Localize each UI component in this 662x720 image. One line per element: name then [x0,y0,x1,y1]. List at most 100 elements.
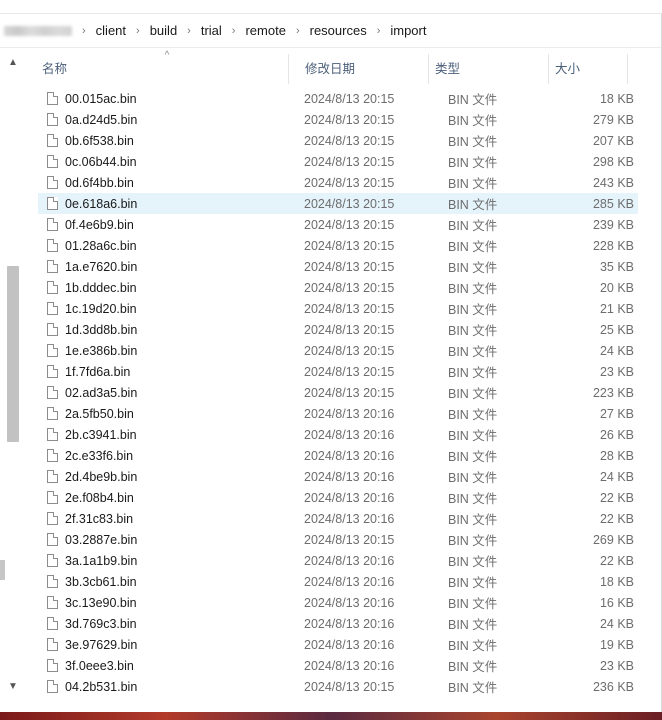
table-row[interactable]: 0d.6f4bb.bin 2024/8/13 20:15 BIN 文件 243 KB [38,172,638,193]
column-header-size[interactable]: 大小 [548,54,628,84]
table-row[interactable]: 00.015ac.bin 2024/8/13 20:15 BIN 文件 18 KB [38,88,638,109]
breadcrumb-trial[interactable]: trial [201,21,222,40]
file-icon [47,449,58,462]
breadcrumb-client[interactable]: client [96,21,126,40]
column-header-type-label: 类型 [435,62,461,76]
file-modified-date: 2024/8/13 20:15 [304,112,395,127]
file-icon [47,617,58,630]
scrollbar-thumb[interactable] [7,266,19,442]
breadcrumb-separator-icon[interactable]: › [136,25,140,37]
file-modified-date: 2024/8/13 20:16 [304,616,395,631]
file-size: 35 KB [599,259,634,274]
breadcrumb-separator-icon[interactable]: › [187,25,191,37]
table-row[interactable]: 3e.97629.bin 2024/8/13 20:16 BIN 文件 19 KB [38,634,638,655]
file-size: 243 KB [592,175,634,190]
table-row[interactable]: 1a.e7620.bin 2024/8/13 20:15 BIN 文件 35 KB [38,256,638,277]
table-row[interactable]: 3f.0eee3.bin 2024/8/13 20:16 BIN 文件 23 KB [38,655,638,676]
file-name: 3c.13e90.bin [65,595,137,610]
file-size: 18 KB [599,574,634,589]
table-row[interactable]: 0c.06b44.bin 2024/8/13 20:15 BIN 文件 298 KB [38,151,638,172]
table-row[interactable]: 0f.4e6b9.bin 2024/8/13 20:15 BIN 文件 239 KB [38,214,638,235]
breadcrumb-import[interactable]: import [390,21,426,40]
column-header-name[interactable]: 名称 ^ [28,51,288,84]
file-type: BIN 文件 [448,177,498,191]
table-row[interactable]: 1d.3dd8b.bin 2024/8/13 20:15 BIN 文件 25 KB [38,319,638,340]
table-row[interactable]: 3a.1a1b9.bin 2024/8/13 20:16 BIN 文件 22 KB [38,550,638,571]
file-modified-date: 2024/8/13 20:15 [304,238,395,253]
file-size: 207 KB [592,133,634,148]
column-header-date-label: 修改日期 [305,62,356,76]
file-modified-date: 2024/8/13 20:15 [304,301,395,316]
file-size: 228 KB [592,238,634,253]
table-row[interactable]: 02.ad3a5.bin 2024/8/13 20:15 BIN 文件 223 KB [38,382,638,403]
file-name: 3b.3cb61.bin [65,574,137,589]
table-row[interactable]: 2a.5fb50.bin 2024/8/13 20:16 BIN 文件 27 KB [38,403,638,424]
vertical-scrollbar[interactable]: ▲ ▼ [6,56,20,694]
file-name: 3a.1a1b9.bin [65,553,138,568]
file-modified-date: 2024/8/13 20:16 [304,406,395,421]
file-modified-date: 2024/8/13 20:16 [304,574,395,589]
column-header-name-label: 名称 [42,62,68,76]
breadcrumb-separator-icon[interactable]: › [296,25,300,37]
table-row[interactable]: 0e.618a6.bin 2024/8/13 20:15 BIN 文件 285 KB [38,193,638,214]
table-row[interactable]: 1b.dddec.bin 2024/8/13 20:15 BIN 文件 20 KB [38,277,638,298]
chevron-down-icon[interactable]: ▼ [6,680,20,694]
table-row[interactable]: 04.2b531.bin 2024/8/13 20:15 BIN 文件 236 KB [38,676,638,697]
table-row[interactable]: 2f.31c83.bin 2024/8/13 20:16 BIN 文件 22 KB [38,508,638,529]
file-modified-date: 2024/8/13 20:15 [304,259,395,274]
file-name: 3f.0eee3.bin [65,658,134,673]
file-name: 3d.769c3.bin [65,616,137,631]
file-name: 3e.97629.bin [65,637,138,652]
file-name: 1d.3dd8b.bin [65,322,138,337]
file-name: 0d.6f4bb.bin [65,175,134,190]
nav-pane-edge [0,560,5,580]
file-name: 2a.5fb50.bin [65,406,134,421]
file-icon [47,365,58,378]
table-row[interactable]: 2c.e33f6.bin 2024/8/13 20:16 BIN 文件 28 KB [38,445,638,466]
file-name: 02.ad3a5.bin [65,385,138,400]
table-row[interactable]: 2e.f08b4.bin 2024/8/13 20:16 BIN 文件 22 KB [38,487,638,508]
file-size: 22 KB [599,511,634,526]
file-name: 1c.19d20.bin [65,301,137,316]
file-modified-date: 2024/8/13 20:15 [304,385,395,400]
file-name: 0a.d24d5.bin [65,112,138,127]
file-name: 0b.6f538.bin [65,133,134,148]
table-row[interactable]: 03.2887e.bin 2024/8/13 20:15 BIN 文件 269 KB [38,529,638,550]
file-modified-date: 2024/8/13 20:16 [304,490,395,505]
table-row[interactable]: 01.28a6c.bin 2024/8/13 20:15 BIN 文件 228 KB [38,235,638,256]
file-type: BIN 文件 [448,219,498,233]
address-bar[interactable]: › client › build › trial › remote › reso… [0,14,662,48]
breadcrumb-redacted-segment[interactable] [4,25,72,36]
column-header-date[interactable]: 修改日期 [288,54,428,84]
column-header-type[interactable]: 类型 [428,54,548,84]
file-type: BIN 文件 [448,429,498,443]
table-row[interactable]: 0a.d24d5.bin 2024/8/13 20:15 BIN 文件 279 KB [38,109,638,130]
file-modified-date: 2024/8/13 20:15 [304,532,395,547]
table-row[interactable]: 0b.6f538.bin 2024/8/13 20:15 BIN 文件 207 KB [38,130,638,151]
table-row[interactable]: 1e.e386b.bin 2024/8/13 20:15 BIN 文件 24 KB [38,340,638,361]
table-row[interactable]: 2b.c3941.bin 2024/8/13 20:16 BIN 文件 26 KB [38,424,638,445]
file-type: BIN 文件 [448,513,498,527]
file-modified-date: 2024/8/13 20:15 [304,133,395,148]
file-size: 25 KB [599,322,634,337]
table-row[interactable]: 1c.19d20.bin 2024/8/13 20:15 BIN 文件 21 KB [38,298,638,319]
chevron-up-icon[interactable]: ▲ [6,56,20,70]
table-row[interactable]: 1f.7fd6a.bin 2024/8/13 20:15 BIN 文件 23 KB [38,361,638,382]
breadcrumb-separator-icon[interactable]: › [82,25,86,37]
table-row[interactable]: 2d.4be9b.bin 2024/8/13 20:16 BIN 文件 24 KB [38,466,638,487]
file-type: BIN 文件 [448,93,498,107]
table-row[interactable]: 3c.13e90.bin 2024/8/13 20:16 BIN 文件 16 KB [38,592,638,613]
file-size: 26 KB [599,427,634,442]
breadcrumb-remote[interactable]: remote [245,21,285,40]
table-row[interactable]: 3b.3cb61.bin 2024/8/13 20:16 BIN 文件 18 KB [38,571,638,592]
file-icon [47,281,58,294]
breadcrumb-resources[interactable]: resources [310,21,367,40]
file-modified-date: 2024/8/13 20:15 [304,91,395,106]
file-icon [47,407,58,420]
file-type: BIN 文件 [448,324,498,338]
breadcrumb-build[interactable]: build [150,21,177,40]
file-modified-date: 2024/8/13 20:16 [304,511,395,526]
table-row[interactable]: 3d.769c3.bin 2024/8/13 20:16 BIN 文件 24 KB [38,613,638,634]
breadcrumb-separator-icon[interactable]: › [232,25,236,37]
breadcrumb-separator-icon[interactable]: › [377,25,381,37]
